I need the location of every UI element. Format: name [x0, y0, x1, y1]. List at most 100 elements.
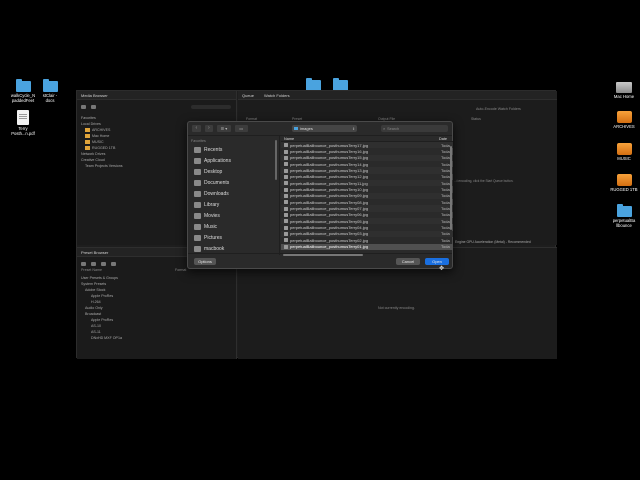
sidebar-scrollbar[interactable]	[275, 140, 277, 180]
applications-icon	[194, 157, 201, 164]
file-row[interactable]: perpetualBallbounce_posthumusTerry02.jpg…	[281, 237, 453, 243]
documents-icon	[194, 179, 201, 186]
file-row[interactable]: perpetualBallbounce_posthumusTerry06.jpg…	[281, 212, 453, 218]
file-row[interactable]: perpetualBallbounce_posthumusTerry03.jpg…	[281, 230, 453, 238]
desktop-folder-perpetualballbounce[interactable]: perpetualBa llbounce	[607, 204, 640, 228]
desktop-icon-label: MUSIC	[617, 156, 631, 161]
forward-button[interactable]: ›	[204, 125, 214, 132]
sidebar-item-label: Applications	[204, 157, 231, 164]
desktop-drive-music[interactable]: MUSIC	[607, 143, 640, 161]
file-date: Toda	[441, 244, 450, 250]
downloads-icon	[194, 190, 201, 197]
sidebar-item-applications[interactable]: Applications	[188, 155, 279, 166]
sidebar-item-label: Documents	[204, 179, 230, 186]
file-row[interactable]: perpetualBallbounce_posthumusTerry12.jpg…	[281, 174, 453, 180]
tree-item-label: System Presets	[81, 282, 107, 286]
sidebar-item-movies[interactable]: Movies	[188, 210, 279, 221]
desktop-icon-label: perpetualBa llbounce	[612, 218, 636, 228]
view-mode-button[interactable]: ☰ ▾	[217, 125, 231, 132]
file-row[interactable]: perpetualBallbounce_posthumusTerry10.jpg…	[281, 186, 453, 192]
desktop-drive-mac-home[interactable]: Mac Home	[607, 82, 640, 99]
file-name: perpetualBallbounce_posthumusTerry11.jpg	[290, 180, 368, 186]
file-name: perpetualBallbounce_posthumusTerry13.jpg	[290, 168, 369, 174]
tree-item-label: AS-10	[91, 324, 101, 328]
filter-icon[interactable]	[81, 105, 86, 109]
file-row[interactable]: perpetualBallbounce_posthumusTerry14.jpg…	[281, 161, 453, 167]
file-name: perpetualBallbounce_posthumusTerry17.jpg	[290, 142, 369, 148]
laptop-icon	[194, 245, 201, 252]
tab-watch-folders[interactable]: Watch Folders	[264, 93, 290, 98]
tab-queue[interactable]: Queue	[242, 93, 254, 98]
file-row[interactable]: perpetualBallbounce_posthumusTerry05.jpg…	[281, 218, 453, 225]
image-file-icon	[284, 155, 288, 160]
image-file-icon	[284, 225, 288, 230]
image-file-icon	[284, 168, 288, 173]
remove-preset-icon[interactable]	[91, 262, 96, 266]
sidebar-item-documents[interactable]: Documents	[188, 177, 279, 188]
file-row[interactable]: perpetualBallbounce_posthumusTerry07.jpg…	[281, 205, 453, 212]
drive-icon	[85, 128, 90, 132]
tree-item-label: AS-11	[91, 330, 101, 334]
tree-item-label: Creative Cloud	[81, 158, 105, 162]
sidebar-item-pictures[interactable]: Pictures	[188, 232, 279, 243]
queue-tabs: Queue Watch Folders	[238, 91, 557, 100]
sidebar-item-recents[interactable]: Recents	[188, 144, 279, 155]
sidebar-heading: Favorites	[191, 139, 206, 143]
file-list: Name Date perpetualBallbounce_posthumusT…	[281, 136, 453, 255]
tree-item-label: ARCHIVES	[92, 128, 111, 132]
file-row[interactable]: perpetualBallbounce_posthumusTerry01.jpg…	[281, 243, 453, 250]
file-row[interactable]: perpetualBallbounce_posthumusTerry13.jpg…	[281, 167, 453, 174]
tree-item[interactable]: Team Projects Versions	[81, 163, 123, 169]
desktop-drive-archives[interactable]: ARCHIVES	[607, 111, 640, 129]
music-icon	[194, 223, 201, 230]
open-button[interactable]: Open	[425, 258, 449, 265]
sidebar-item-downloads[interactable]: Downloads	[188, 188, 279, 199]
tree-item-label: Team Projects Versions	[85, 164, 123, 168]
file-row[interactable]: perpetualBallbounce_posthumusTerry17.jpg…	[281, 142, 453, 149]
settings-icon[interactable]	[111, 262, 116, 266]
file-name: perpetualBallbounce_posthumusTerry12.jpg	[290, 174, 369, 180]
options-button[interactable]: Options	[194, 258, 216, 265]
dialog-search-field[interactable]: ⌕ Search	[381, 125, 448, 132]
new-folder-button[interactable]: ▭	[234, 125, 248, 132]
preset-item[interactable]: DNxHD MXF OP1a	[81, 335, 122, 341]
renderer-select[interactable]: Engine GPU Acceleration (Metal) - Recomm…	[455, 240, 531, 244]
desktop-file-terry-pdf[interactable]: Terry Posth...n.pdf	[6, 110, 40, 136]
sidebar-item-music[interactable]: Music	[188, 221, 279, 232]
file-row[interactable]: perpetualBallbounce_posthumusTerry11.jpg…	[281, 180, 453, 187]
path-popup-button[interactable]: images ⇕	[291, 125, 357, 132]
file-row[interactable]: perpetualBallbounce_posthumusTerry16.jpg…	[281, 148, 453, 154]
date-column-header[interactable]: Date	[439, 137, 453, 141]
media-browser-header: Media Browser	[77, 91, 236, 100]
media-search-input[interactable]	[191, 105, 231, 109]
sidebar-item-label: Movies	[204, 212, 220, 219]
sidebar-item-desktop[interactable]: Desktop	[188, 166, 279, 177]
auto-encode-toggle[interactable]: Auto-Encode Watch Folders	[476, 107, 521, 111]
file-row[interactable]: perpetualBallbounce_posthumusTerry09.jpg…	[281, 192, 453, 200]
cancel-button[interactable]: Cancel	[396, 258, 420, 265]
desktop-folder-stclair[interactable]: stClair - docs	[33, 79, 67, 103]
folder-icon[interactable]	[101, 262, 106, 266]
search-icon: ⌕	[383, 126, 386, 131]
pictures-icon	[194, 234, 201, 241]
format-column: Format	[175, 268, 187, 272]
file-row[interactable]: perpetualBallbounce_posthumusTerry08.jpg…	[281, 199, 453, 205]
back-button[interactable]: ‹	[192, 125, 201, 132]
drive-icon	[85, 146, 90, 150]
image-file-icon	[284, 162, 288, 167]
sidebar-item-label: Pictures	[204, 234, 223, 241]
movies-icon	[194, 212, 201, 219]
add-preset-icon[interactable]	[81, 262, 86, 266]
tree-item-label: Audio Only	[85, 306, 103, 310]
file-list-scrollbar[interactable]	[450, 146, 452, 230]
sidebar-item-library[interactable]: Library	[188, 199, 279, 210]
tree-item-label: Adobe Stock	[85, 288, 106, 292]
dialog-sidebar: Favorites Recents Applications Desktop D…	[188, 136, 280, 255]
file-row[interactable]: perpetualBallbounce_posthumusTerry15.jpg…	[281, 154, 453, 162]
file-row[interactable]: perpetualBallbounce_posthumusTerry04.jpg…	[281, 224, 453, 230]
preset-tree: User Presets & Groups System Presets Ado…	[81, 275, 122, 341]
view-list-icon[interactable]	[91, 105, 96, 109]
desktop-drive-rugged[interactable]: RUGGED 1TB	[607, 174, 640, 192]
sidebar-item-label: Downloads	[204, 190, 229, 197]
name-column-header[interactable]: Name	[284, 137, 294, 141]
